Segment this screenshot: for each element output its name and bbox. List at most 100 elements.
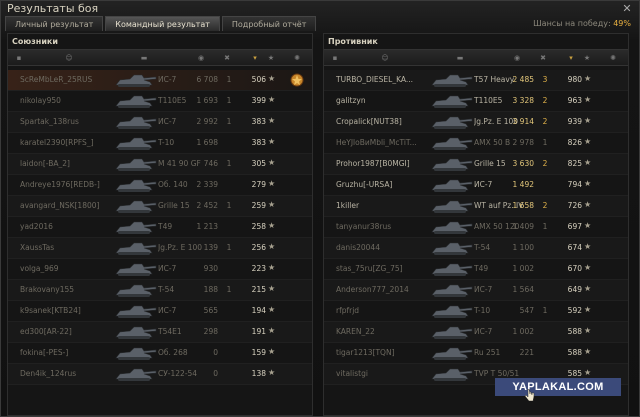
damage-value: 565 xyxy=(203,306,218,315)
player-name[interactable]: Spartak_138rus xyxy=(20,117,116,126)
player-name[interactable]: k9sanek[KTB24] xyxy=(20,306,116,315)
player-row[interactable]: tigar1213[TQN] Ru 251 221 588 ★ xyxy=(324,343,628,364)
xp-value: 256 xyxy=(251,243,266,252)
player-row[interactable]: KAREN_22 ИС-7 1 002 588 ★ xyxy=(324,322,628,343)
player-row[interactable]: Anderson777_2014 ИС-7 1 564 649 ★ xyxy=(324,280,628,301)
medal-column-icon[interactable]: ✺ xyxy=(292,54,302,62)
player-name[interactable]: XaussTas xyxy=(20,243,116,252)
player-row[interactable]: XaussTas Jg.Pz. E 100 139 1 256 ★ xyxy=(8,238,312,259)
medal-column-icon[interactable]: ✺ xyxy=(608,54,618,62)
tank-column-icon[interactable]: ▬ xyxy=(136,54,152,62)
player-row[interactable]: Cropalick[NUT38] Jg.Pz. E 100 3 914 2 939 ★ xyxy=(324,112,628,133)
player-row[interactable]: ScReMbLeR_25RUS ИС-7 6 708 1 506 ★ xyxy=(8,70,312,91)
player-row[interactable]: Brakovany155 T-54 188 1 215 ★ xyxy=(8,280,312,301)
xp-value: 649 xyxy=(567,285,582,294)
kills-value: 3 xyxy=(542,75,548,84)
medal-icon xyxy=(290,73,304,87)
xp-value: 588 xyxy=(567,327,582,336)
player-name[interactable]: tanyanur38rus xyxy=(336,222,432,231)
player-row[interactable]: danis20044 T-54 1 100 674 ★ xyxy=(324,238,628,259)
squad-icon[interactable]: ▪ xyxy=(330,54,340,62)
star-icon: ★ xyxy=(584,137,592,146)
player-name[interactable]: TURBO_DIESEL_KA... xyxy=(336,75,432,84)
player-row[interactable]: HeYJloBиMbli_McTiT... AMX 50 B2 978 1 826 ★ xyxy=(324,133,628,154)
player-name[interactable]: karatel2390[RPFS_] xyxy=(20,138,116,147)
player-name[interactable]: volga_969 xyxy=(20,264,116,273)
player-name[interactable]: avangard_NSK[1800] xyxy=(20,201,116,210)
player-row[interactable]: avangard_NSK[1800] Grille 15 2 452 1 259 ★ xyxy=(8,196,312,217)
star-column-icon[interactable]: ★ xyxy=(582,54,592,62)
star-icon: ★ xyxy=(584,263,592,272)
close-icon[interactable]: ✕ xyxy=(621,3,633,15)
player-name[interactable]: Den4ik_124rus xyxy=(20,369,116,378)
player-row[interactable]: fokina[-PES-] Об. 268 0 159 ★ xyxy=(8,343,312,364)
damage-value: 3 328 xyxy=(512,96,534,105)
player-name[interactable]: KAREN_22 xyxy=(336,327,432,336)
player-name[interactable]: vitalistgi xyxy=(336,369,432,378)
xp-value: 585 xyxy=(567,369,582,378)
player-row[interactable]: karatel2390[RPFS_] T-10 1 698 383 ★ xyxy=(8,133,312,154)
player-row[interactable]: 1killer WT auf Pz. IV 1 658 2 726 ★ xyxy=(324,196,628,217)
kills-value: 2 xyxy=(542,117,548,126)
player-name[interactable]: yad2016 xyxy=(20,222,116,231)
player-name[interactable]: stas_75ru[ZG_75] xyxy=(336,264,432,273)
xp-column-icon[interactable]: ▾ xyxy=(566,54,576,62)
player-row[interactable]: Andreye1976[REDB-] Об. 140 2 339 279 ★ xyxy=(8,175,312,196)
squad-icon[interactable]: ▪ xyxy=(14,54,24,62)
tank-icon xyxy=(115,116,157,129)
player-name[interactable]: tigar1213[TQN] xyxy=(336,348,432,357)
player-name[interactable]: Prohor1987[B0MGI] xyxy=(336,159,432,168)
player-row[interactable]: ed300[AR-22] T54E1 298 191 ★ xyxy=(8,322,312,343)
damage-column-icon[interactable]: ◉ xyxy=(196,54,206,62)
xp-value: 305 xyxy=(251,159,266,168)
player-row[interactable]: tanyanur38rus AMX 50 120 1 409 1 697 ★ xyxy=(324,217,628,238)
tab-detailed-report[interactable]: Подробный отчёт xyxy=(221,16,317,31)
xp-value: 826 xyxy=(567,138,582,147)
player-name[interactable]: nikolay950 xyxy=(20,96,116,105)
player-name[interactable]: danis20044 xyxy=(336,243,432,252)
star-icon: ★ xyxy=(584,200,592,209)
player-name[interactable]: Gruzhu[-URSA] xyxy=(336,180,432,189)
damage-column-icon[interactable]: ◉ xyxy=(512,54,522,62)
player-row[interactable]: Prohor1987[B0MGI] Grille 15 3 630 2 825 ★ xyxy=(324,154,628,175)
kills-column-icon[interactable]: ✖ xyxy=(538,54,548,62)
tank-column-icon[interactable]: ▬ xyxy=(452,54,468,62)
xp-value: 825 xyxy=(567,159,582,168)
player-name[interactable]: ed300[AR-22] xyxy=(20,327,116,336)
star-column-icon[interactable]: ★ xyxy=(266,54,276,62)
player-name[interactable]: 1killer xyxy=(336,201,432,210)
player-row[interactable]: Spartak_138rus ИС-7 2 992 1 383 ★ xyxy=(8,112,312,133)
player-name[interactable]: ScReMbLeR_25RUS xyxy=(20,75,116,84)
player-column-icon[interactable]: ☺ xyxy=(64,54,74,62)
player-row[interactable]: TURBO_DIESEL_KA... T57 Heavy 2 485 3 980 ★ xyxy=(324,70,628,91)
player-row[interactable]: Gruzhu[-URSA] ИС-7 1 492 794 ★ xyxy=(324,175,628,196)
player-name[interactable]: Brakovany155 xyxy=(20,285,116,294)
kills-column-icon[interactable]: ✖ xyxy=(222,54,232,62)
player-row[interactable]: Den4ik_124rus СУ-122-54 0 138 ★ xyxy=(8,364,312,385)
player-name[interactable]: fokina[-PES-] xyxy=(20,348,116,357)
xp-column-icon[interactable]: ▾ xyxy=(250,54,260,62)
player-row[interactable]: yad2016 T49 1 213 258 ★ xyxy=(8,217,312,238)
player-row[interactable]: nikolay950 T110E5 1 693 1 399 ★ xyxy=(8,91,312,112)
player-row[interactable]: volga_969 ИС-7 930 223 ★ xyxy=(8,259,312,280)
xp-value: 980 xyxy=(567,75,582,84)
tab-personal-result[interactable]: Личный результат xyxy=(5,16,104,31)
tank-icon xyxy=(431,158,473,171)
player-row[interactable]: laidon[-BA_2] M 41 90 GF 746 1 305 ★ xyxy=(8,154,312,175)
player-name[interactable]: Cropalick[NUT38] xyxy=(336,117,432,126)
win-chance: Шансы на победу: 49% xyxy=(533,19,631,28)
player-column-icon[interactable]: ☺ xyxy=(380,54,390,62)
player-name[interactable]: rfpfrjd xyxy=(336,306,432,315)
player-row[interactable]: stas_75ru[ZG_75] T49 1 002 670 ★ xyxy=(324,259,628,280)
player-row[interactable]: galitzyn T110E5 3 328 2 963 ★ xyxy=(324,91,628,112)
tab-team-result[interactable]: Командный результат xyxy=(105,16,220,31)
player-name[interactable]: Anderson777_2014 xyxy=(336,285,432,294)
player-row[interactable]: rfpfrjd T-10 547 1 592 ★ xyxy=(324,301,628,322)
player-name[interactable]: galitzyn xyxy=(336,96,432,105)
damage-value: 2 339 xyxy=(196,180,218,189)
player-name[interactable]: Andreye1976[REDB-] xyxy=(20,180,116,189)
xp-value: 592 xyxy=(567,306,582,315)
player-name[interactable]: laidon[-BA_2] xyxy=(20,159,116,168)
player-name[interactable]: HeYJloBиMbli_McTiT... xyxy=(336,138,432,147)
player-row[interactable]: k9sanek[KTB24] ИС-7 565 194 ★ xyxy=(8,301,312,322)
